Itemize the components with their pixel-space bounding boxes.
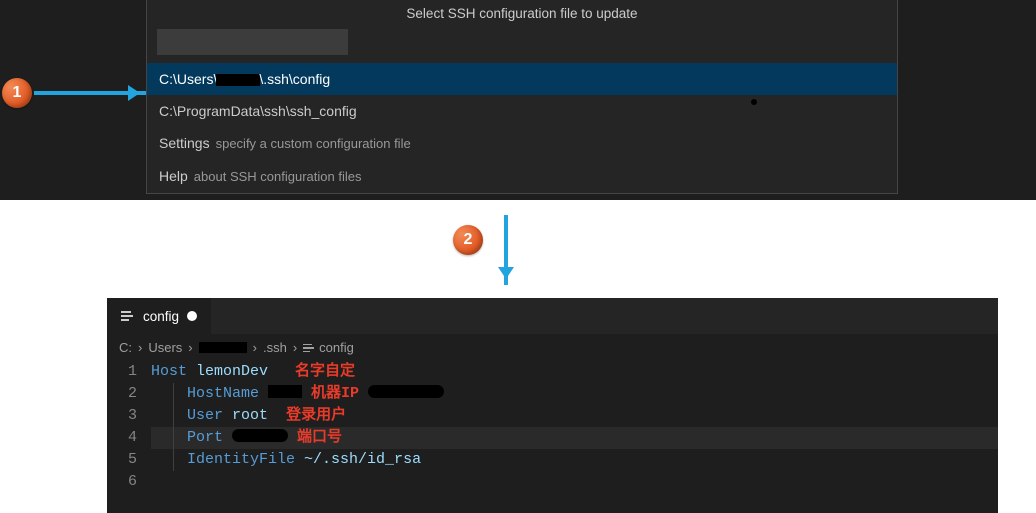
line-number: 5 — [107, 449, 151, 471]
option-text: Settings — [159, 131, 210, 155]
indent-guide — [173, 405, 174, 427]
code-line: User root 登录用户 — [151, 405, 998, 427]
indent-guide — [173, 449, 174, 471]
code-line — [151, 471, 998, 493]
line-number: 3 — [107, 405, 151, 427]
tab-label: config — [143, 309, 179, 324]
bc-drive: C: — [119, 340, 132, 355]
option-help[interactable]: Help about SSH configuration files — [147, 160, 897, 193]
step-2-badge: 2 — [453, 225, 483, 255]
annotation: 端口号 — [297, 429, 342, 446]
redacted-username — [216, 74, 260, 86]
indent-guide — [173, 427, 174, 449]
code-line: IdentityFile ~/.ssh/id_rsa — [151, 449, 998, 471]
option-text-prefix: C:\Users\ — [159, 71, 217, 87]
line-number: 1 — [107, 361, 151, 383]
black-dot — [751, 99, 757, 105]
annotation: 机器IP — [311, 385, 359, 402]
option-text: Help — [159, 164, 188, 188]
redacted-port — [232, 429, 288, 442]
option-detail: about SSH configuration files — [194, 165, 362, 189]
bc-file: config — [319, 340, 354, 355]
editor-tabs: config — [107, 298, 998, 334]
indent-guide — [173, 383, 174, 405]
option-text-suffix: \.ssh\config — [259, 71, 330, 87]
code-line: Port 端口号 — [151, 427, 998, 449]
arrow-to-editor — [504, 215, 508, 285]
option-detail: specify a custom configuration file — [216, 132, 411, 156]
step-1-badge: 1 — [2, 78, 32, 108]
bc-users: Users — [148, 340, 182, 355]
chevron-icon: › — [291, 340, 299, 355]
redacted-username — [199, 342, 247, 353]
redacted-ip — [368, 385, 444, 398]
arrow-to-option — [34, 91, 146, 95]
ssh-config-quickpick: Select SSH configuration file to update … — [146, 0, 898, 194]
quickpick-input[interactable] — [157, 29, 348, 55]
chevron-icon: › — [136, 340, 144, 355]
annotation: 名字自定 — [295, 363, 355, 380]
quickpick-title: Select SSH configuration file to update — [147, 0, 897, 29]
breadcrumb[interactable]: C: › Users › › .ssh › config — [107, 334, 998, 361]
line-number: 2 — [107, 383, 151, 405]
top-region: Select SSH configuration file to update … — [0, 0, 1036, 200]
file-icon — [121, 309, 135, 323]
annotation: 登录用户 — [286, 407, 346, 424]
bc-ssh: .ssh — [263, 340, 287, 355]
editor-pane: config C: › Users › › .ssh › config 1 Host … — [107, 298, 998, 513]
option-text: C:\ProgramData\ssh\ssh_config — [159, 99, 357, 123]
code-line: Host lemonDev 名字自定 — [151, 361, 998, 383]
code-editor[interactable]: 1 Host lemonDev 名字自定 2 HostName 机器IP 3 U… — [107, 361, 998, 493]
option-programdata-ssh-config[interactable]: C:\ProgramData\ssh\ssh_config — [147, 95, 897, 127]
option-user-ssh-config[interactable]: C:\Users\ \.ssh\config — [147, 63, 897, 95]
code-line: HostName 机器IP — [151, 383, 998, 405]
line-number: 6 — [107, 471, 151, 493]
option-settings[interactable]: Settings specify a custom configuration … — [147, 127, 897, 160]
chevron-icon: › — [186, 340, 194, 355]
dirty-indicator-icon — [187, 311, 197, 321]
chevron-icon: › — [251, 340, 259, 355]
line-number: 4 — [107, 427, 151, 449]
tab-config[interactable]: config — [107, 298, 211, 334]
file-icon — [303, 342, 315, 354]
redacted-ip — [268, 385, 302, 398]
